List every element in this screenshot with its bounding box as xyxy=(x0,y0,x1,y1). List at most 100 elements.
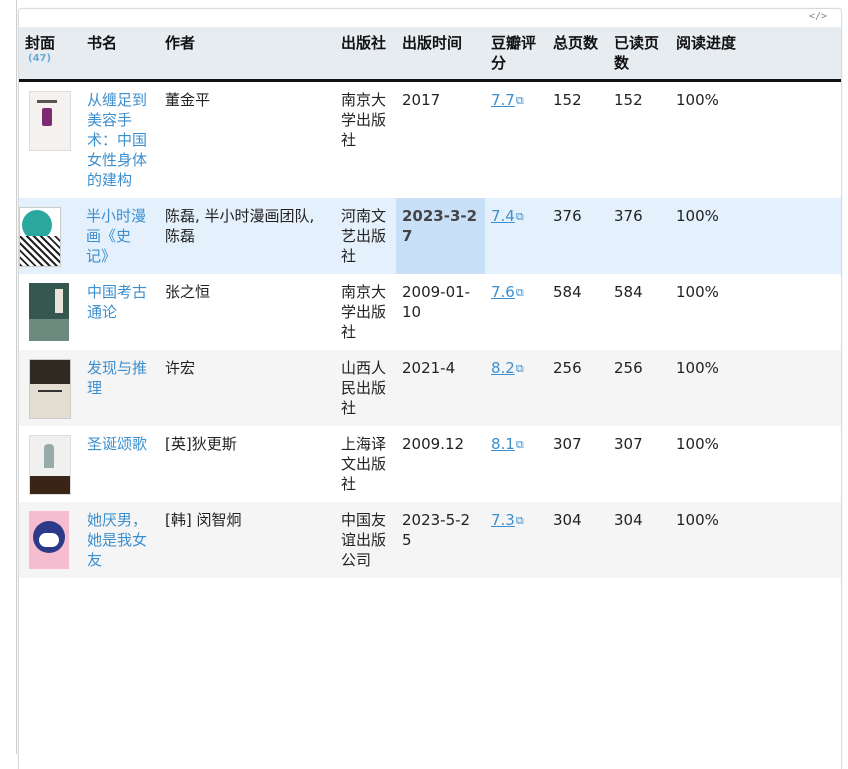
book-table: 封面 (47) 书名 作者 出版社 出版时间 豆瓣评分 总页数 已读页数 阅读进… xyxy=(19,27,841,578)
publisher-cell: 山西人民出版社 xyxy=(335,350,396,426)
douban-rating-link[interactable]: 7.7 xyxy=(491,91,515,109)
header-total-pages[interactable]: 总页数 xyxy=(547,27,608,82)
author-cell: 张之恒 xyxy=(159,274,335,350)
table-row: 从缠足到美容手术：中国女性身体的建构 董金平 南京大学出版社 2017 7.7⧉… xyxy=(19,80,841,198)
book-cover-image[interactable] xyxy=(29,359,71,419)
progress-cell: 100% xyxy=(670,502,841,578)
rating-cell: 8.2⧉ xyxy=(485,350,547,426)
gutter-divider xyxy=(16,0,17,754)
author-cell: [韩] 闵智炯 xyxy=(159,502,335,578)
table-row: 圣诞颂歌 [英]狄更斯 上海译文出版社 2009.12 8.1⧉ 307 307… xyxy=(19,426,841,502)
publisher-cell: 南京大学出版社 xyxy=(335,274,396,350)
read-pages-cell: 304 xyxy=(608,502,670,578)
rating-cell: 7.4⧉ xyxy=(485,198,547,274)
total-pages-cell: 307 xyxy=(547,426,608,502)
author-cell: 董金平 xyxy=(159,80,335,198)
external-link-icon: ⧉ xyxy=(515,94,524,107)
header-publisher[interactable]: 出版社 xyxy=(335,27,396,82)
cover-cell xyxy=(19,274,81,350)
header-name[interactable]: 书名 xyxy=(81,27,159,82)
author-cell: [英]狄更斯 xyxy=(159,426,335,502)
rating-cell: 8.1⧉ xyxy=(485,426,547,502)
table-row: 中国考古通论 张之恒 南京大学出版社 2009-01-10 7.6⧉ 584 5… xyxy=(19,274,841,350)
header-progress[interactable]: 阅读进度 xyxy=(670,27,841,82)
header-author[interactable]: 作者 xyxy=(159,27,335,82)
book-cover-image[interactable] xyxy=(29,435,71,495)
progress-cell: 100% xyxy=(670,350,841,426)
header-cover-label: 封面 xyxy=(25,34,56,52)
progress-cell: 100% xyxy=(670,198,841,274)
date-cell: 2009-01-10 xyxy=(396,274,485,350)
total-pages-cell: 152 xyxy=(547,80,608,198)
rating-cell: 7.6⧉ xyxy=(485,274,547,350)
read-pages-cell: 307 xyxy=(608,426,670,502)
table-row: 她厌男，她是我女友 [韩] 闵智炯 中国友谊出版公司 2023-5-25 7.3… xyxy=(19,502,841,578)
date-cell: 2017 xyxy=(396,80,485,198)
date-cell: 2009.12 xyxy=(396,426,485,502)
douban-rating-link[interactable]: 7.4 xyxy=(491,207,515,225)
title-cell: 她厌男，她是我女友 xyxy=(81,502,159,578)
title-cell: 圣诞颂歌 xyxy=(81,426,159,502)
title-cell: 发现与推理 xyxy=(81,350,159,426)
cover-cell xyxy=(19,198,81,274)
code-icon[interactable]: </> xyxy=(809,11,827,22)
book-title-link[interactable]: 圣诞颂歌 xyxy=(87,435,147,453)
left-gutter xyxy=(0,0,17,754)
external-link-icon: ⧉ xyxy=(515,286,524,299)
book-table-card: </> 封面 (47) 书名 作者 出版社 出版时间 豆瓣评分 总页数 已读页数… xyxy=(18,8,842,769)
book-title-link[interactable]: 她厌男，她是我女友 xyxy=(87,511,147,569)
total-pages-cell: 376 xyxy=(547,198,608,274)
douban-rating-link[interactable]: 8.2 xyxy=(491,359,515,377)
date-cell: 2023-5-25 xyxy=(396,502,485,578)
author-cell: 陈磊, 半小时漫画团队, 陈磊 xyxy=(159,198,335,274)
book-title-link[interactable]: 发现与推理 xyxy=(87,359,147,397)
progress-cell: 100% xyxy=(670,274,841,350)
cover-cell xyxy=(19,426,81,502)
book-count: (47) xyxy=(28,53,52,64)
progress-cell: 100% xyxy=(670,80,841,198)
publisher-cell: 上海译文出版社 xyxy=(335,426,396,502)
table-row: 半小时漫画《史记》 陈磊, 半小时漫画团队, 陈磊 河南文艺出版社 2023-3… xyxy=(19,198,841,274)
external-link-icon: ⧉ xyxy=(515,362,524,375)
publisher-cell: 河南文艺出版社 xyxy=(335,198,396,274)
header-cover[interactable]: 封面 (47) xyxy=(19,27,81,82)
total-pages-cell: 584 xyxy=(547,274,608,350)
douban-rating-link[interactable]: 8.1 xyxy=(491,435,515,453)
book-cover-image[interactable] xyxy=(29,283,69,341)
publisher-cell: 中国友谊出版公司 xyxy=(335,502,396,578)
book-cover-image[interactable] xyxy=(29,511,69,569)
douban-rating-link[interactable]: 7.6 xyxy=(491,283,515,301)
book-cover-image[interactable] xyxy=(19,207,61,267)
read-pages-cell: 376 xyxy=(608,198,670,274)
date-cell: 2021-4 xyxy=(396,350,485,426)
rating-cell: 7.3⧉ xyxy=(485,502,547,578)
total-pages-cell: 304 xyxy=(547,502,608,578)
read-pages-cell: 584 xyxy=(608,274,670,350)
read-pages-cell: 256 xyxy=(608,350,670,426)
cover-cell xyxy=(19,80,81,198)
external-link-icon: ⧉ xyxy=(515,210,524,223)
title-cell: 从缠足到美容手术：中国女性身体的建构 xyxy=(81,80,159,198)
total-pages-cell: 256 xyxy=(547,350,608,426)
book-cover-image[interactable] xyxy=(29,91,71,151)
book-title-link[interactable]: 中国考古通论 xyxy=(87,283,147,321)
publisher-cell: 南京大学出版社 xyxy=(335,80,396,198)
table-header-row: 封面 (47) 书名 作者 出版社 出版时间 豆瓣评分 总页数 已读页数 阅读进… xyxy=(19,27,841,82)
table-row: 发现与推理 许宏 山西人民出版社 2021-4 8.2⧉ 256 256 100… xyxy=(19,350,841,426)
header-rating[interactable]: 豆瓣评分 xyxy=(485,27,547,82)
external-link-icon: ⧉ xyxy=(515,514,524,527)
title-cell: 中国考古通论 xyxy=(81,274,159,350)
cover-cell xyxy=(19,502,81,578)
embed-bar: </> xyxy=(19,9,841,27)
header-date[interactable]: 出版时间 xyxy=(396,27,485,82)
title-cell: 半小时漫画《史记》 xyxy=(81,198,159,274)
external-link-icon: ⧉ xyxy=(515,438,524,451)
douban-rating-link[interactable]: 7.3 xyxy=(491,511,515,529)
book-title-link[interactable]: 从缠足到美容手术：中国女性身体的建构 xyxy=(87,91,147,189)
date-cell-active[interactable]: 2023-3-27 xyxy=(396,198,485,274)
progress-cell: 100% xyxy=(670,426,841,502)
header-read-pages[interactable]: 已读页数 xyxy=(608,27,670,82)
author-cell: 许宏 xyxy=(159,350,335,426)
read-pages-cell: 152 xyxy=(608,80,670,198)
book-title-link[interactable]: 半小时漫画《史记》 xyxy=(86,207,146,265)
